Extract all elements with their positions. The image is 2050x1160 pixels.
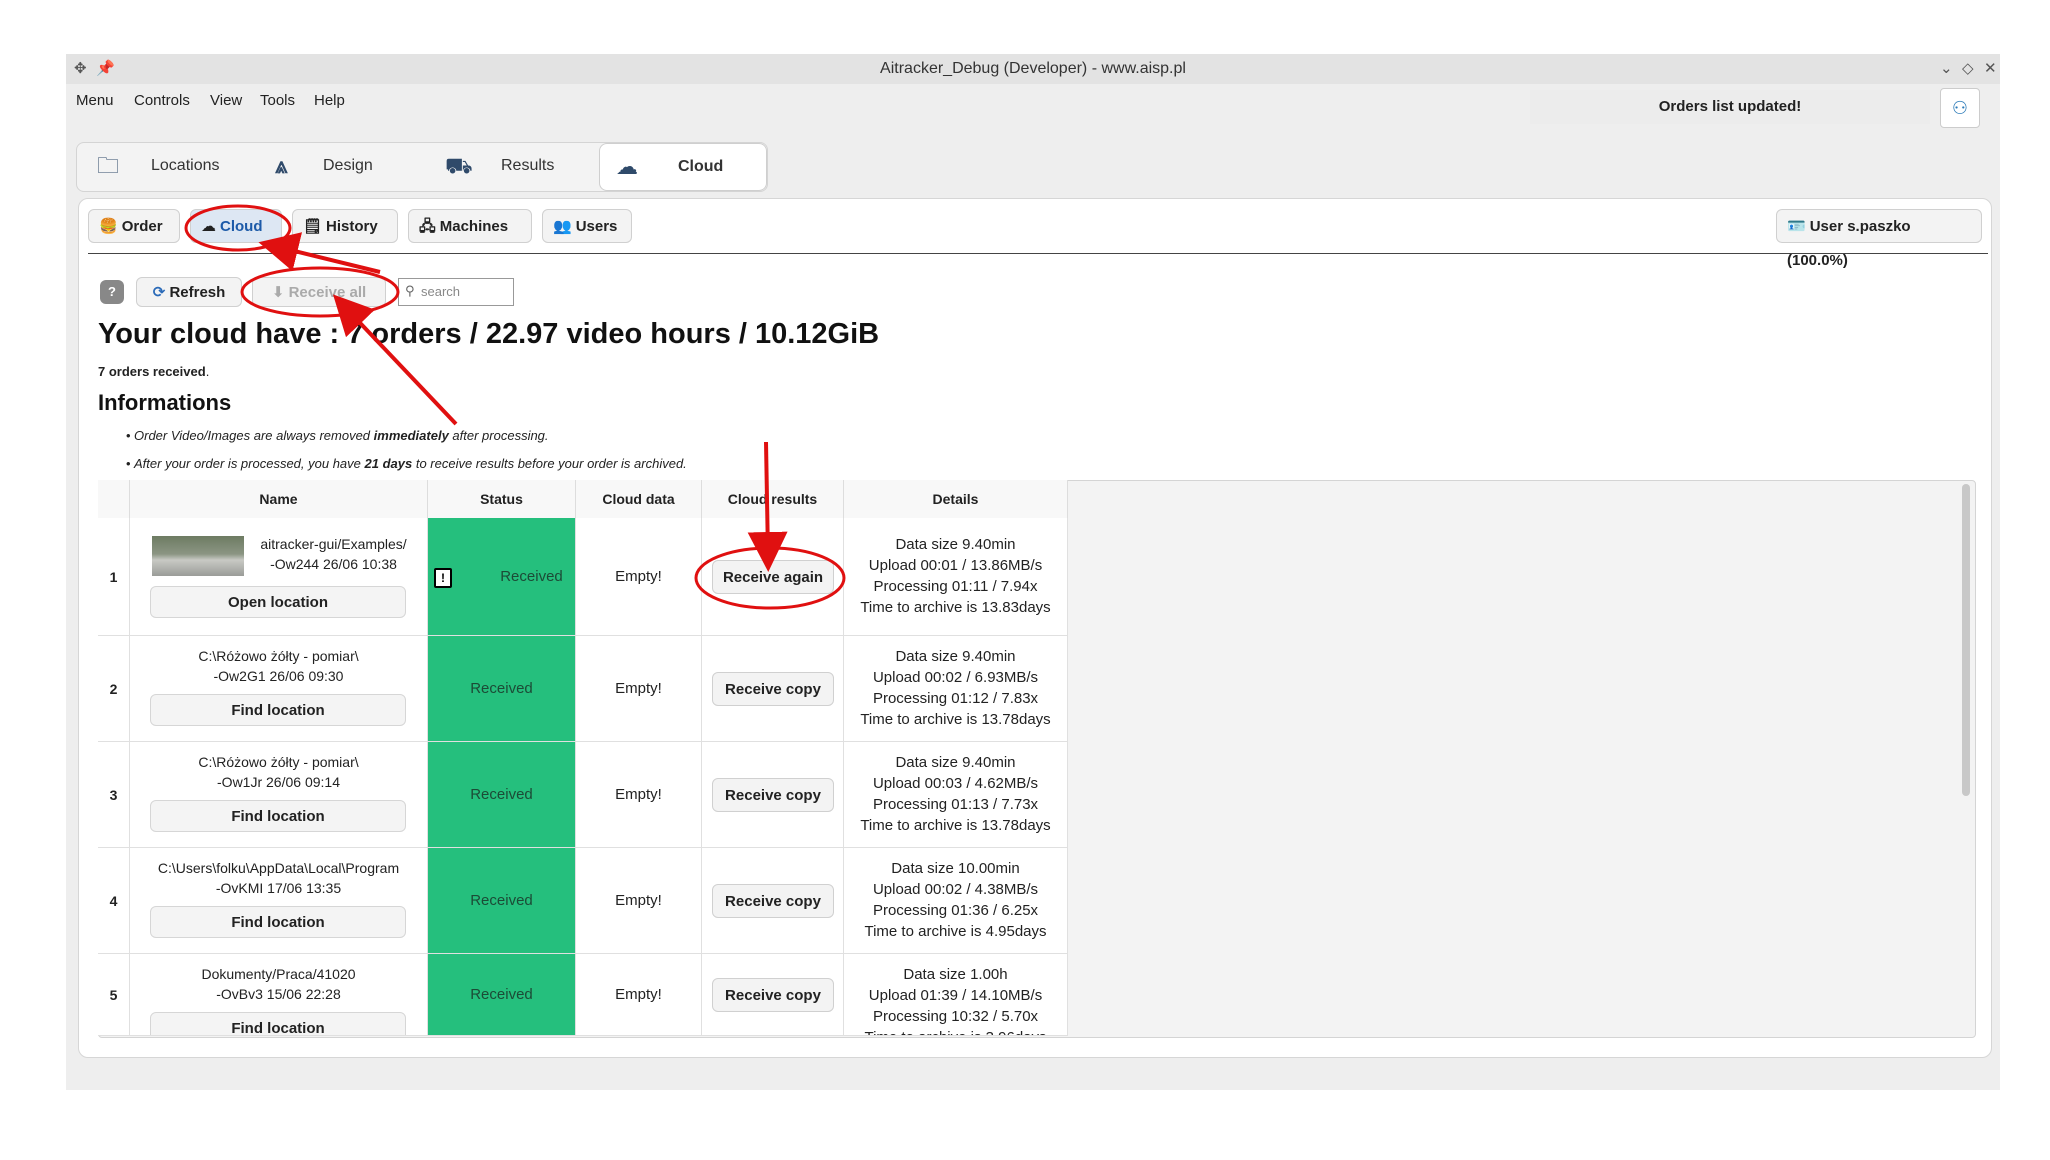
annotation-circle-receive-again — [694, 546, 846, 610]
annotation-arrow-2 — [332, 294, 458, 426]
annotation-circle-cloud-tab — [184, 204, 292, 252]
annotation-overlay — [184, 204, 846, 610]
annotation-arrow-3 — [747, 441, 788, 572]
annotation-circle-receive-all — [240, 266, 400, 318]
